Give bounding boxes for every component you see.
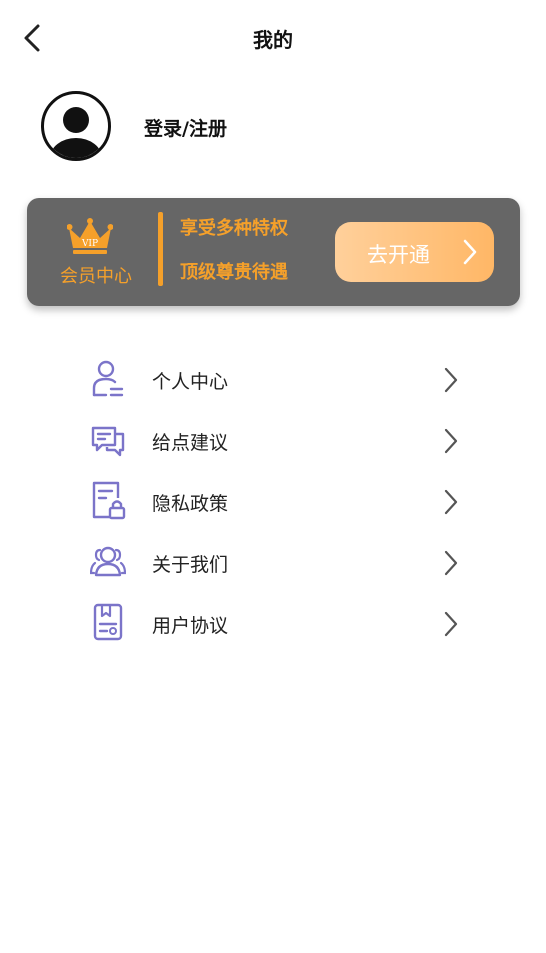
top-bar: 我的 bbox=[0, 0, 546, 76]
vip-benefit-line-2: 顶级尊贵待遇 bbox=[180, 262, 288, 283]
chevron-right-icon bbox=[444, 489, 458, 515]
vip-center-label: 会员中心 bbox=[60, 266, 132, 287]
profile-section[interactable]: 登录/注册 bbox=[40, 90, 500, 164]
page-title: 我的 bbox=[253, 28, 293, 52]
privacy-lock-icon bbox=[92, 481, 126, 520]
login-register-link[interactable]: 登录/注册 bbox=[144, 114, 227, 141]
open-vip-label: 去开通 bbox=[367, 243, 430, 267]
menu-item-privacy-policy[interactable]: 隐私政策 bbox=[80, 472, 480, 528]
user-avatar-icon[interactable] bbox=[40, 90, 112, 162]
menu-item-label: 关于我们 bbox=[152, 554, 229, 576]
vip-benefit-line-1: 享受多种特权 bbox=[180, 218, 288, 239]
vip-divider bbox=[158, 212, 163, 286]
chevron-right-icon bbox=[444, 611, 458, 637]
group-users-icon bbox=[90, 546, 126, 577]
agreement-document-icon bbox=[93, 603, 123, 641]
open-vip-button[interactable]: 去开通 bbox=[335, 222, 494, 282]
chevron-right-icon bbox=[463, 239, 477, 265]
menu-item-label: 给点建议 bbox=[152, 432, 229, 454]
menu-item-label: 隐私政策 bbox=[152, 493, 229, 515]
menu-item-label: 个人中心 bbox=[152, 371, 229, 393]
menu-item-about-us[interactable]: 关于我们 bbox=[80, 533, 480, 589]
chevron-right-icon bbox=[444, 428, 458, 454]
chevron-right-icon bbox=[444, 550, 458, 576]
user-profile-icon bbox=[92, 360, 124, 397]
vip-card: VIP 会员中心 享受多种特权 顶级尊贵待遇 去开通 bbox=[27, 198, 520, 306]
menu-item-personal-center[interactable]: 个人中心 bbox=[80, 350, 480, 406]
menu-item-user-agreement[interactable]: 用户协议 bbox=[80, 594, 480, 650]
vip-crown-text: VIP bbox=[81, 239, 98, 249]
menu-item-label: 用户协议 bbox=[152, 615, 229, 637]
feedback-chat-icon bbox=[91, 426, 125, 457]
vip-crown-icon: VIP bbox=[67, 218, 113, 254]
chevron-right-icon bbox=[444, 367, 458, 393]
menu-item-feedback[interactable]: 给点建议 bbox=[80, 411, 480, 467]
